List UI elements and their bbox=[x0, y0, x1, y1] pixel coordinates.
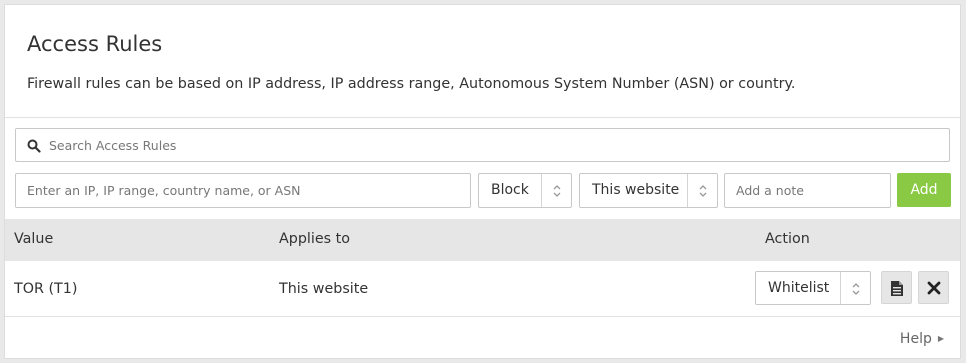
action-select[interactable]: Block bbox=[478, 173, 572, 208]
column-header-value: Value bbox=[14, 231, 54, 247]
add-button[interactable]: Add bbox=[897, 173, 951, 207]
card-header: Access Rules Firewall rules can be based… bbox=[5, 5, 960, 118]
page-title: Access Rules bbox=[27, 32, 163, 56]
row-applies-to: This website bbox=[279, 281, 369, 297]
search-icon bbox=[27, 138, 41, 153]
caret-right-icon: ▶ bbox=[937, 334, 944, 343]
note-input[interactable] bbox=[725, 174, 890, 207]
row-action-select-value: Whitelist bbox=[768, 280, 830, 296]
edit-note-button[interactable] bbox=[881, 271, 912, 304]
note-field[interactable] bbox=[724, 173, 891, 208]
search-input[interactable] bbox=[16, 129, 949, 161]
select-arrows-icon[interactable] bbox=[541, 174, 571, 207]
search-bar[interactable] bbox=[15, 128, 950, 162]
row-value: TOR (T1) bbox=[14, 281, 78, 297]
scope-select-value: This website bbox=[592, 182, 680, 198]
scope-select[interactable]: This website bbox=[579, 173, 718, 208]
column-header-applies-to: Applies to bbox=[279, 231, 351, 247]
help-label: Help bbox=[899, 331, 932, 347]
table-row: TOR (T1) This website Whitelist bbox=[5, 261, 960, 317]
delete-rule-button[interactable] bbox=[918, 271, 949, 304]
select-arrows-icon[interactable] bbox=[687, 174, 717, 207]
help-link[interactable]: Help ▶ bbox=[900, 331, 944, 347]
action-select-value: Block bbox=[491, 182, 529, 198]
row-action-select[interactable]: Whitelist bbox=[755, 271, 871, 305]
value-field[interactable] bbox=[15, 173, 471, 208]
table-header: Value Applies to Action bbox=[5, 219, 960, 261]
select-arrows-icon[interactable] bbox=[840, 272, 870, 304]
access-rules-card: Access Rules Firewall rules can be based… bbox=[4, 4, 961, 359]
column-header-action: Action bbox=[765, 231, 810, 247]
value-input[interactable] bbox=[16, 174, 470, 207]
page-description: Firewall rules can be based on IP addres… bbox=[27, 76, 796, 92]
